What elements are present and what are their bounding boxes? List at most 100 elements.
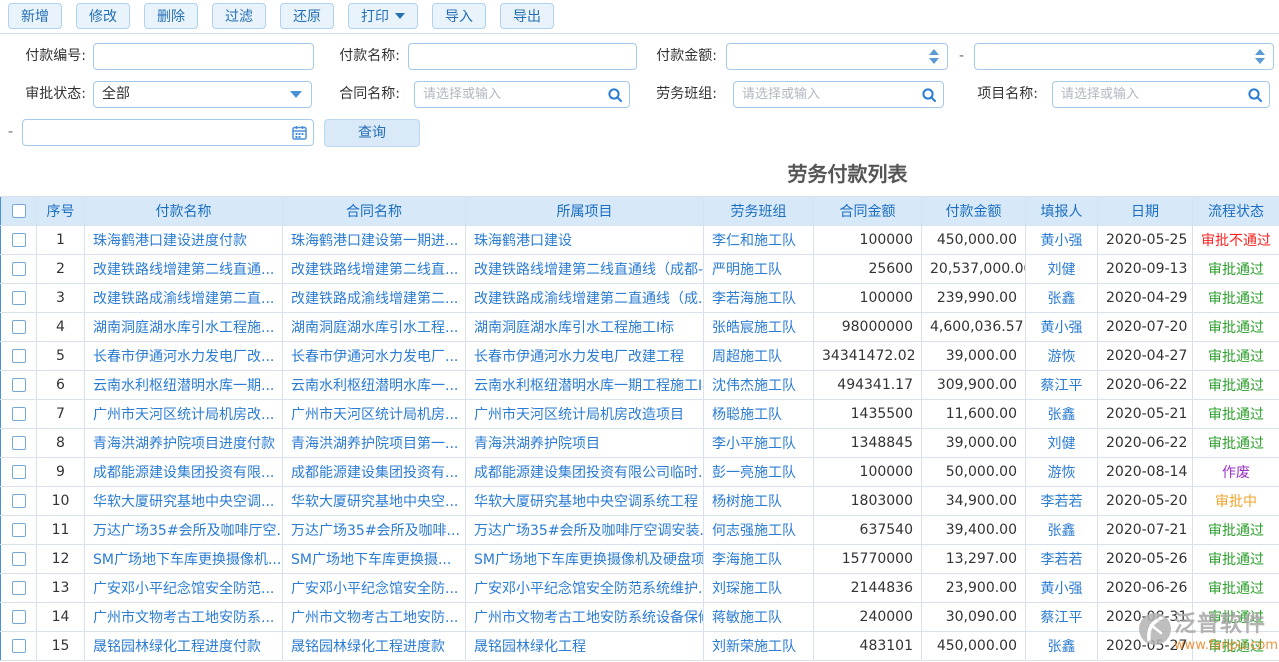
reporter-link[interactable]: 黄小强 — [1026, 574, 1098, 603]
reporter-link[interactable]: 李若若 — [1026, 545, 1098, 574]
project-name-link[interactable]: 湖南洞庭湖水库引水工程施工I标 — [466, 313, 704, 342]
search-icon[interactable] — [1241, 82, 1269, 107]
row-checkbox[interactable] — [12, 378, 26, 392]
labor-team-link[interactable]: 李小平施工队 — [704, 429, 814, 458]
project-name-link[interactable]: 珠海鹤港口建设 — [466, 226, 704, 255]
payment-name-link[interactable]: 成都能源建设集团投资有限... — [85, 458, 283, 487]
contract-name-link[interactable]: 广州市天河区统计局机房... — [283, 400, 466, 429]
payment-name-input[interactable] — [409, 44, 636, 69]
number-stepper-icon[interactable] — [929, 49, 939, 64]
toolbar-button[interactable]: 还原 — [280, 3, 334, 29]
payment-name-link[interactable]: 改建铁路线增建第二线直通... — [85, 255, 283, 284]
toolbar-button[interactable]: 导入 — [432, 3, 486, 29]
payment-name-link[interactable]: 珠海鹤港口建设进度付款 — [85, 226, 283, 255]
labor-team-link[interactable]: 彭一亮施工队 — [704, 458, 814, 487]
labor-team-link[interactable]: 李若海施工队 — [704, 284, 814, 313]
contract-name-link[interactable]: 华软大厦研究基地中央空... — [283, 487, 466, 516]
reporter-link[interactable]: 黄小强 — [1026, 226, 1098, 255]
reporter-link[interactable]: 黄小强 — [1026, 313, 1098, 342]
contract-name-link[interactable]: 广安邓小平纪念馆安全防... — [283, 574, 466, 603]
contract-name-link[interactable]: 改建铁路线增建第二线直... — [283, 255, 466, 284]
payment-name-link[interactable]: 湖南洞庭湖水库引水工程施... — [85, 313, 283, 342]
labor-team-link[interactable]: 杨聪施工队 — [704, 400, 814, 429]
project-name-link[interactable]: 广安邓小平纪念馆安全防范系统维护... — [466, 574, 704, 603]
labor-team-link[interactable]: 刘琛施工队 — [704, 574, 814, 603]
project-name-input[interactable] — [1053, 82, 1241, 107]
row-checkbox[interactable] — [12, 233, 26, 247]
payment-name-link[interactable]: 晟铭园林绿化工程进度付款 — [85, 632, 283, 661]
reporter-link[interactable]: 张鑫 — [1026, 400, 1098, 429]
labor-team-link[interactable]: 周超施工队 — [704, 342, 814, 371]
payment-name-link[interactable]: SM广场地下车库更换摄像机... — [85, 545, 283, 574]
payment-no-input[interactable] — [94, 44, 313, 69]
row-checkbox[interactable] — [12, 349, 26, 363]
payment-name-link[interactable]: 广州市天河区统计局机房改... — [85, 400, 283, 429]
row-checkbox[interactable] — [12, 581, 26, 595]
project-name-link[interactable]: 万达广场35#会所及咖啡厅空调安装... — [466, 516, 704, 545]
reporter-link[interactable]: 刘健 — [1026, 429, 1098, 458]
row-checkbox[interactable] — [12, 320, 26, 334]
labor-team-link[interactable]: 张皓宸施工队 — [704, 313, 814, 342]
row-checkbox[interactable] — [12, 436, 26, 450]
reporter-link[interactable]: 李若若 — [1026, 487, 1098, 516]
contract-name-link[interactable]: 珠海鹤港口建设第一期进... — [283, 226, 466, 255]
payment-name-link[interactable]: 华软大厦研究基地中央空调... — [85, 487, 283, 516]
reporter-link[interactable]: 张鑫 — [1026, 284, 1098, 313]
project-name-link[interactable]: 广州市文物考古工地安防系统设备保修 — [466, 603, 704, 632]
row-checkbox[interactable] — [12, 610, 26, 624]
row-checkbox[interactable] — [12, 465, 26, 479]
project-name-link[interactable]: 改建铁路成渝线增建第二直通线（成... — [466, 284, 704, 313]
date-input[interactable] — [23, 120, 285, 145]
toolbar-button[interactable]: 删除 — [144, 3, 198, 29]
query-button[interactable]: 查询 — [324, 119, 420, 147]
labor-team-link[interactable]: 何志强施工队 — [704, 516, 814, 545]
labor-team-input[interactable] — [734, 82, 915, 107]
select-all-checkbox[interactable] — [12, 204, 26, 218]
labor-team-link[interactable]: 严明施工队 — [704, 255, 814, 284]
project-name-link[interactable]: 青海洪湖养护院项目 — [466, 429, 704, 458]
contract-name-link[interactable]: 湖南洞庭湖水库引水工程... — [283, 313, 466, 342]
contract-name-link[interactable]: 云南水利枢纽潜明水库一... — [283, 371, 466, 400]
contract-name-link[interactable]: 万达广场35#会所及咖啡... — [283, 516, 466, 545]
reporter-link[interactable]: 游恢 — [1026, 342, 1098, 371]
payment-amount-max-input[interactable] — [975, 44, 1255, 69]
payment-name-link[interactable]: 广州市文物考古工地安防系... — [85, 603, 283, 632]
row-checkbox[interactable] — [12, 494, 26, 508]
row-checkbox[interactable] — [12, 262, 26, 276]
payment-name-link[interactable]: 青海洪湖养护院项目进度付款 — [85, 429, 283, 458]
project-name-link[interactable]: 华软大厦研究基地中央空调系统工程 — [466, 487, 704, 516]
number-stepper-icon[interactable] — [1255, 49, 1265, 64]
labor-team-link[interactable]: 沈伟杰施工队 — [704, 371, 814, 400]
payment-name-link[interactable]: 长春市伊通河水力发电厂改... — [85, 342, 283, 371]
reporter-link[interactable]: 游恢 — [1026, 458, 1098, 487]
payment-name-link[interactable]: 改建铁路成渝线增建第二直... — [85, 284, 283, 313]
reporter-link[interactable]: 张鑫 — [1026, 632, 1098, 661]
contract-name-link[interactable]: 晟铭园林绿化工程进度款 — [283, 632, 466, 661]
contract-name-link[interactable]: SM广场地下车库更换摄... — [283, 545, 466, 574]
toolbar-button[interactable]: 打印 — [348, 3, 418, 29]
labor-team-link[interactable]: 李仁和施工队 — [704, 226, 814, 255]
approval-status-select[interactable]: 全部 — [93, 81, 312, 108]
toolbar-button[interactable]: 修改 — [76, 3, 130, 29]
payment-amount-min-input[interactable] — [727, 44, 929, 69]
project-name-link[interactable]: 改建铁路线增建第二线直通线（成都-... — [466, 255, 704, 284]
search-icon[interactable] — [601, 82, 629, 107]
calendar-icon[interactable] — [285, 120, 313, 145]
project-name-link[interactable]: 广州市天河区统计局机房改造项目 — [466, 400, 704, 429]
labor-team-link[interactable]: 刘新荣施工队 — [704, 632, 814, 661]
reporter-link[interactable]: 张鑫 — [1026, 516, 1098, 545]
labor-team-link[interactable]: 杨树施工队 — [704, 487, 814, 516]
project-name-link[interactable]: SM广场地下车库更换摄像机及硬盘项目 — [466, 545, 704, 574]
search-icon[interactable] — [915, 82, 943, 107]
toolbar-button[interactable]: 导出 — [500, 3, 554, 29]
payment-name-link[interactable]: 云南水利枢纽潜明水库一期... — [85, 371, 283, 400]
contract-name-link[interactable]: 成都能源建设集团投资有... — [283, 458, 466, 487]
reporter-link[interactable]: 蔡江平 — [1026, 371, 1098, 400]
contract-name-input[interactable] — [415, 82, 601, 107]
labor-team-link[interactable]: 李海施工队 — [704, 545, 814, 574]
toolbar-button[interactable]: 新增 — [8, 3, 62, 29]
contract-name-link[interactable]: 改建铁路成渝线增建第二... — [283, 284, 466, 313]
project-name-link[interactable]: 晟铭园林绿化工程 — [466, 632, 704, 661]
project-name-link[interactable]: 长春市伊通河水力发电厂改建工程 — [466, 342, 704, 371]
toolbar-button[interactable]: 过滤 — [212, 3, 266, 29]
